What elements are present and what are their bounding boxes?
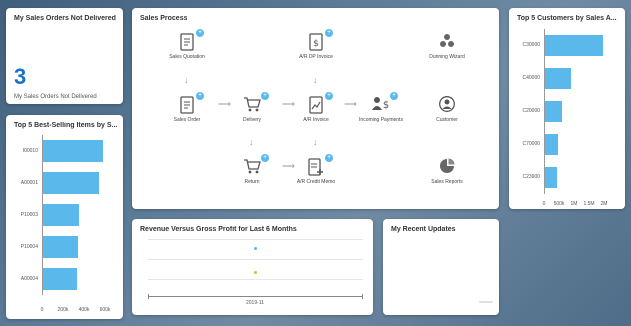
arrow-right-icon: ⟶ bbox=[344, 99, 357, 109]
invoice-chart-icon bbox=[309, 96, 323, 114]
revenue-gross-profit-tile[interactable]: Revenue Versus Gross Profit for Last 6 M… bbox=[132, 219, 373, 315]
category-label: P10003 bbox=[20, 212, 38, 218]
process-sales-order[interactable]: + Sales Order bbox=[152, 92, 222, 123]
cart-icon bbox=[244, 97, 261, 112]
category-label: C23900 bbox=[522, 174, 540, 180]
svg-text:$: $ bbox=[313, 39, 319, 49]
bar[interactable] bbox=[544, 67, 571, 89]
process-dunning-wizard[interactable]: Dunning Wizard bbox=[412, 33, 482, 60]
document-icon bbox=[180, 96, 194, 114]
process-return[interactable]: + Return bbox=[217, 154, 287, 185]
gross-profit-point[interactable] bbox=[254, 271, 257, 274]
add-icon[interactable]: + bbox=[196, 92, 204, 100]
add-icon[interactable]: + bbox=[325, 92, 333, 100]
payment-icon: $ bbox=[372, 97, 389, 111]
add-icon[interactable]: + bbox=[261, 92, 269, 100]
x-tick-label: 2M bbox=[600, 201, 608, 207]
x-axis-tick bbox=[148, 294, 149, 299]
arrow-down-icon: ↓ bbox=[249, 137, 254, 147]
process-sales-quotation[interactable]: + Sales Quotation bbox=[152, 29, 222, 60]
top-customers-tile[interactable]: Top 5 Customers by Sales A... C30000 C400… bbox=[509, 8, 625, 209]
not-delivered-subtitle: My Sales Orders Not Delivered bbox=[14, 94, 97, 100]
x-tick-label: 600k bbox=[99, 307, 111, 313]
svg-text:$: $ bbox=[383, 100, 389, 111]
not-delivered-count: 3 bbox=[14, 64, 27, 89]
process-label: Dunning Wizard bbox=[429, 54, 465, 60]
bar[interactable] bbox=[42, 140, 104, 162]
arrow-down-icon: ↓ bbox=[184, 75, 189, 85]
bar[interactable] bbox=[544, 166, 557, 188]
bar[interactable] bbox=[544, 100, 562, 122]
y-axis bbox=[42, 135, 43, 295]
process-label: Sales Reports bbox=[431, 179, 463, 185]
process-label: Sales Order bbox=[173, 117, 201, 123]
y-axis bbox=[544, 28, 545, 194]
category-label: C30000 bbox=[522, 42, 540, 48]
add-icon[interactable]: + bbox=[196, 29, 204, 37]
gridline bbox=[148, 259, 363, 260]
process-label: A/R Credit Memo bbox=[296, 179, 336, 185]
best-selling-chart: I00010 A00001 P10003 P10004 A00004 0 200k 400k 6… bbox=[6, 115, 123, 319]
add-icon[interactable]: + bbox=[261, 154, 269, 162]
sales-orders-not-delivered-tile[interactable]: My Sales Orders Not Delivered 3 My Sales… bbox=[6, 8, 123, 104]
dunning-wizard-icon bbox=[440, 34, 454, 47]
process-label: Return bbox=[244, 179, 260, 185]
category-label: I00010 bbox=[22, 148, 38, 154]
process-label: Delivery bbox=[242, 117, 262, 123]
sales-process-tile: Sales Process + Sales Quotation $ + A/R … bbox=[132, 8, 499, 209]
arrow-right-icon: ⟶ bbox=[218, 99, 231, 109]
recent-updates-tile: My Recent Updates bbox=[383, 219, 499, 315]
top-customers-chart: C30000 C40000 C20000 C70000 C23900 0 500k 1M 1.5… bbox=[509, 8, 625, 209]
category-label: A00001 bbox=[20, 180, 38, 186]
process-label: A/R DP Invoice bbox=[299, 54, 333, 60]
x-axis-tick bbox=[362, 294, 363, 299]
credit-memo-icon bbox=[308, 158, 323, 176]
tile-title: My Sales Orders Not Delivered bbox=[14, 15, 116, 22]
arrow-right-icon: ⟶ bbox=[282, 99, 295, 109]
best-selling-items-tile[interactable]: Top 5 Best-Selling Items by S... I00010 A… bbox=[6, 115, 123, 319]
arrow-down-icon: ↓ bbox=[313, 137, 318, 147]
arrow-down-icon: ↓ bbox=[313, 75, 318, 85]
scroll-handle[interactable] bbox=[479, 301, 493, 303]
bar[interactable] bbox=[42, 172, 99, 194]
add-icon[interactable]: + bbox=[390, 92, 398, 100]
tile-title: My Recent Updates bbox=[391, 226, 456, 233]
bar[interactable] bbox=[42, 268, 78, 290]
process-sales-reports[interactable]: Sales Reports bbox=[412, 158, 482, 185]
gridline bbox=[148, 279, 363, 280]
category-label: C20000 bbox=[522, 108, 540, 114]
x-axis-label: 2019-11 bbox=[246, 300, 264, 306]
invoice-dollar-icon: $ bbox=[309, 33, 323, 51]
category-label: C40000 bbox=[522, 75, 540, 81]
process-label: Incoming Payments bbox=[359, 117, 403, 123]
x-axis bbox=[148, 296, 363, 297]
process-label: Sales Quotation bbox=[169, 54, 205, 60]
category-label: C70000 bbox=[522, 141, 540, 147]
pie-chart-icon bbox=[440, 158, 455, 173]
arrow-right-icon: ⟶ bbox=[282, 161, 295, 171]
category-label: P10004 bbox=[20, 244, 38, 250]
process-ar-dp-invoice[interactable]: $ + A/R DP Invoice bbox=[281, 29, 351, 60]
bar[interactable] bbox=[42, 204, 79, 226]
gridline bbox=[148, 239, 363, 240]
document-icon bbox=[180, 33, 194, 51]
bar[interactable] bbox=[42, 236, 79, 258]
add-icon[interactable]: + bbox=[325, 29, 333, 37]
tile-title: Sales Process bbox=[140, 15, 188, 22]
customer-icon bbox=[439, 96, 455, 112]
process-label: A/R Invoice bbox=[303, 117, 329, 123]
add-icon[interactable]: + bbox=[325, 154, 333, 162]
cart-icon bbox=[244, 159, 261, 174]
bar[interactable] bbox=[544, 133, 558, 155]
category-label: A00004 bbox=[20, 276, 38, 282]
process-customer[interactable]: Customer bbox=[412, 96, 482, 123]
revenue-point[interactable] bbox=[254, 247, 257, 250]
bar[interactable] bbox=[544, 34, 603, 56]
process-label: Customer bbox=[436, 117, 458, 123]
tile-title: Revenue Versus Gross Profit for Last 6 M… bbox=[140, 226, 297, 233]
